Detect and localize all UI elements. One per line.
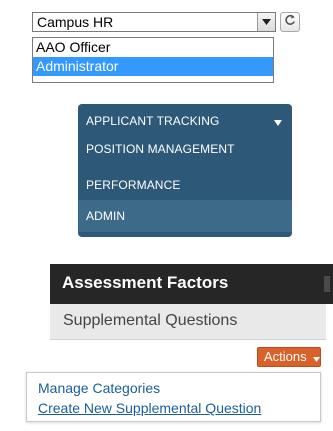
subtab-supplemental-questions[interactable]: Supplemental Questions	[63, 312, 237, 330]
actions-button[interactable]: Actions	[257, 347, 321, 367]
nav-item-position-management[interactable]: POSITION MANAGEMENT	[86, 142, 235, 156]
role-options-list[interactable]: AAO Officer Administrator	[32, 37, 274, 83]
menu-item-create-new-supplemental-question[interactable]: Create New Supplemental Question	[38, 400, 261, 416]
caret-down-icon	[313, 349, 321, 367]
actions-dropdown-menu: Manage Categories Create New Supplementa…	[26, 372, 321, 422]
nav-item-admin[interactable]: ADMIN	[86, 209, 125, 223]
role-select-value: Campus HR	[37, 14, 114, 30]
tab-next-edge	[324, 276, 330, 292]
role-select[interactable]: Campus HR	[32, 12, 276, 32]
nav-item-applicant-tracking[interactable]: APPLICANT TRACKING	[86, 114, 219, 128]
menu-item-manage-categories[interactable]: Manage Categories	[38, 380, 160, 396]
role-option-aao-officer[interactable]: AAO Officer	[33, 38, 273, 57]
refresh-button[interactable]	[280, 12, 300, 32]
chevron-down-icon[interactable]	[257, 13, 275, 31]
refresh-icon	[284, 13, 296, 31]
tab-bar: Assessment Factors	[50, 264, 333, 304]
nav-item-performance[interactable]: PERFORMANCE	[86, 178, 180, 192]
actions-button-label: Actions	[264, 349, 307, 364]
caret-down-icon[interactable]	[274, 113, 282, 131]
tab-assessment-factors[interactable]: Assessment Factors	[62, 273, 228, 293]
nav-dropdown-menu: APPLICANT TRACKING POSITION MANAGEMENT P…	[78, 104, 292, 237]
subtab-bar: Supplemental Questions	[50, 304, 326, 340]
role-option-administrator[interactable]: Administrator	[33, 57, 273, 76]
